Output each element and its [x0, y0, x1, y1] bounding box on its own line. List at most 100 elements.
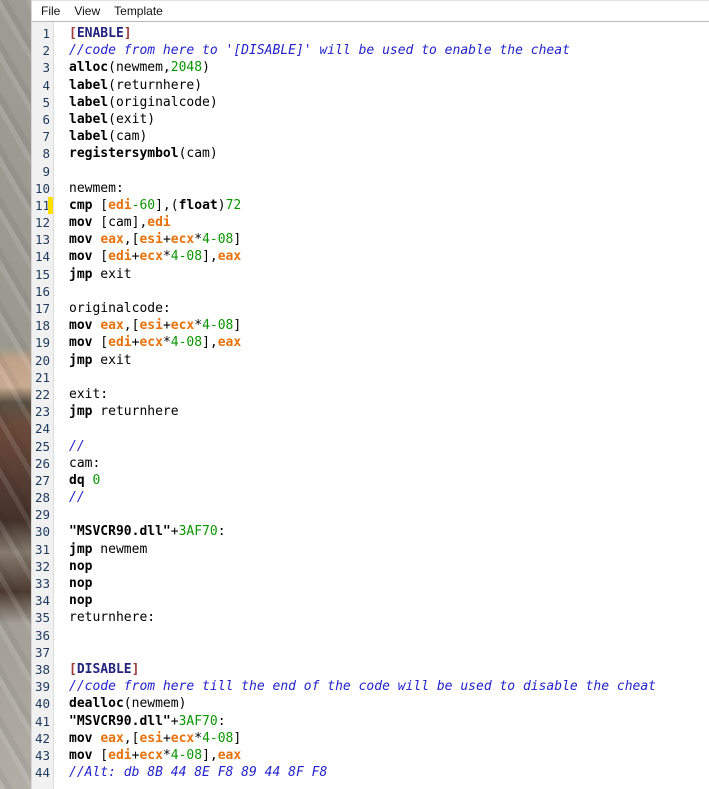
code-line[interactable]: 24 — [32, 420, 709, 437]
code-line[interactable]: 13mov eax,[esi+ecx*4-08] — [32, 231, 709, 248]
code-line[interactable]: 17originalcode: — [32, 300, 709, 317]
code-line[interactable]: 5label(originalcode) — [32, 94, 709, 111]
code-line[interactable]: 15jmp exit — [32, 266, 709, 283]
line-number: 25 — [32, 438, 54, 455]
code-token: ecx — [139, 748, 162, 763]
code-token: ,[ — [124, 731, 140, 746]
code-text: [DISABLE] — [54, 661, 139, 678]
code-line[interactable]: 38[DISABLE] — [32, 661, 709, 678]
code-token: ] — [233, 232, 241, 247]
code-line[interactable]: 2//code from here to '[DISABLE]' will be… — [32, 42, 709, 59]
code-line[interactable]: 14mov [edi+ecx*4-08],eax — [32, 248, 709, 265]
code-line[interactable]: 37 — [32, 644, 709, 661]
menu-item-template[interactable]: Template — [107, 2, 170, 20]
line-number: 19 — [32, 334, 54, 351]
code-token: [ — [69, 662, 77, 677]
code-line[interactable]: 25// — [32, 438, 709, 455]
code-line[interactable]: 40dealloc(newmem) — [32, 695, 709, 712]
code-token: mov — [69, 215, 92, 230]
code-token: alloc — [69, 60, 108, 75]
code-line[interactable]: 18mov eax,[esi+ecx*4-08] — [32, 317, 709, 334]
code-token: //Alt: db 8B 44 8E F8 89 44 8F F8 — [69, 765, 327, 780]
code-line[interactable]: 22exit: — [32, 386, 709, 403]
code-token: -08 — [210, 318, 233, 333]
code-text: nop — [54, 558, 92, 575]
code-line[interactable]: 21 — [32, 369, 709, 386]
code-text: //code from here to '[DISABLE]' will be … — [54, 42, 570, 59]
line-number: 26 — [32, 455, 54, 472]
code-text: originalcode: — [54, 300, 171, 317]
code-text: dq 0 — [54, 472, 100, 489]
code-line[interactable]: 33nop — [32, 575, 709, 592]
code-token: (originalcode) — [108, 95, 218, 110]
code-text — [54, 506, 69, 523]
code-token: (newmem) — [124, 696, 187, 711]
code-line[interactable]: 11cmp [edi-60],(float)72 — [32, 197, 709, 214]
code-line[interactable]: 19mov [edi+ecx*4-08],eax — [32, 334, 709, 351]
code-line[interactable]: 34nop — [32, 592, 709, 609]
line-number: 40 — [32, 695, 54, 712]
code-token: + — [171, 714, 179, 729]
code-line[interactable]: 16 — [32, 283, 709, 300]
code-token: float — [179, 198, 218, 213]
code-line[interactable]: 1[ENABLE] — [32, 25, 709, 42]
code-line[interactable]: 20jmp exit — [32, 352, 709, 369]
code-text: "MSVCR90.dll"+3AF70: — [54, 523, 226, 540]
code-token: jmp — [69, 542, 92, 557]
code-text: returnhere: — [54, 609, 155, 626]
code-line[interactable]: 28// — [32, 489, 709, 506]
code-token: label — [69, 112, 108, 127]
line-number: 18 — [32, 317, 54, 334]
desktop-background — [0, 0, 31, 789]
code-token: [ — [92, 335, 108, 350]
code-token: esi — [139, 731, 162, 746]
code-token: eax — [100, 318, 123, 333]
code-text: jmp exit — [54, 352, 132, 369]
code-line[interactable]: 9 — [32, 163, 709, 180]
code-token: -08 — [210, 731, 233, 746]
code-line[interactable]: 29 — [32, 506, 709, 523]
code-token: edi — [108, 748, 131, 763]
code-line[interactable]: 30"MSVCR90.dll"+3AF70: — [32, 523, 709, 540]
code-editor[interactable]: 1[ENABLE]2//code from here to '[DISABLE]… — [32, 22, 709, 789]
code-line[interactable]: 23jmp returnhere — [32, 403, 709, 420]
code-token: * — [194, 731, 202, 746]
code-token: returnhere — [92, 404, 178, 419]
code-token: edi — [108, 249, 131, 264]
line-number: 20 — [32, 352, 54, 369]
code-line[interactable]: 6label(exit) — [32, 111, 709, 128]
code-token: ecx — [171, 232, 194, 247]
code-token: cam: — [69, 456, 100, 471]
code-token: * — [194, 232, 202, 247]
code-line[interactable]: 3alloc(newmem,2048) — [32, 59, 709, 76]
code-text: jmp returnhere — [54, 403, 179, 420]
code-line[interactable]: 36 — [32, 627, 709, 644]
code-token: newmem — [92, 542, 147, 557]
code-token: edi — [108, 335, 131, 350]
code-line[interactable]: 43mov [edi+ecx*4-08],eax — [32, 747, 709, 764]
code-line[interactable]: 35returnhere: — [32, 609, 709, 626]
code-line[interactable]: 44 //Alt: db 8B 44 8E F8 89 44 8F F8 — [32, 764, 709, 781]
code-line[interactable]: 32nop — [32, 558, 709, 575]
code-token: returnhere: — [69, 610, 155, 625]
code-line[interactable]: 26 cam: — [32, 455, 709, 472]
line-number: 30 — [32, 523, 54, 540]
code-line[interactable]: 31jmp newmem — [32, 541, 709, 558]
code-line[interactable]: 10newmem: — [32, 180, 709, 197]
code-token: mov — [69, 731, 92, 746]
code-text: jmp exit — [54, 266, 132, 283]
menu-item-view[interactable]: View — [67, 2, 107, 20]
code-line[interactable]: 7label(cam) — [32, 128, 709, 145]
code-token: ENABLE — [77, 26, 124, 41]
code-line[interactable]: 8registersymbol(cam) — [32, 145, 709, 162]
code-line[interactable]: 12mov [cam],edi — [32, 214, 709, 231]
code-line[interactable]: 39//code from here till the end of the c… — [32, 678, 709, 695]
code-line[interactable]: 42mov eax,[esi+ecx*4-08] — [32, 730, 709, 747]
code-line[interactable]: 4label(returnhere) — [32, 77, 709, 94]
menu-item-file[interactable]: File — [34, 2, 67, 20]
code-token: ] — [132, 662, 140, 677]
code-line[interactable]: 41"MSVCR90.dll"+3AF70: — [32, 713, 709, 730]
code-line[interactable]: 27dq 0 — [32, 472, 709, 489]
line-number: 44 — [32, 764, 54, 781]
code-token: mov — [69, 318, 92, 333]
